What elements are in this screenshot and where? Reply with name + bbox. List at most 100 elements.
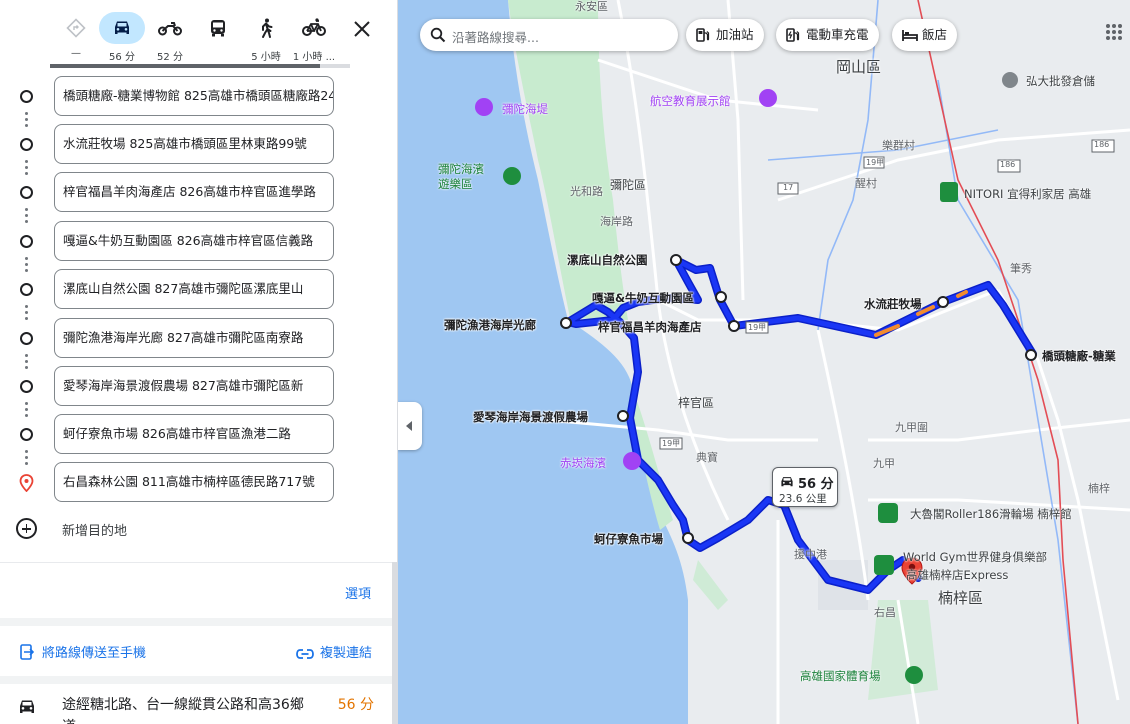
stop-row: 蚵仔寮魚市場 826高雄市梓官區漁港二路: [0, 414, 397, 454]
road-shield: 186: [1000, 160, 1016, 169]
district-label: 岡山區: [836, 58, 882, 76]
waypoint-circle-icon: [20, 186, 33, 199]
link-icon: [296, 649, 314, 659]
collapse-panel-button[interactable]: [398, 402, 422, 450]
district-label: 彌陀區: [610, 178, 647, 192]
route-search-input[interactable]: 沿著路線搜尋...: [420, 19, 678, 51]
motorcycle-icon: [147, 12, 193, 44]
route-description: 途經糖北路、台一線縱貫公路和高36鄉道: [62, 697, 304, 724]
stop-input[interactable]: 蚵仔寮魚市場 826高雄市梓官區漁港二路: [54, 414, 334, 454]
place-label: 海岸路: [600, 215, 633, 228]
poi-label: World Gym世界健身俱樂部: [903, 550, 1048, 564]
waypoint-circle-icon: [20, 90, 33, 103]
district-label: 梓官區: [678, 396, 715, 410]
stop-row: 水流莊牧場 825高雄市橋頭區里林東路99號: [0, 124, 397, 164]
place-label: 右昌: [874, 606, 896, 619]
mode-walking[interactable]: 5 小時: [242, 10, 290, 64]
close-directions-button[interactable]: [350, 17, 374, 41]
apps-grid-button[interactable]: [1104, 22, 1128, 46]
poi-label: 彌陀海濱 遊樂區: [438, 162, 484, 191]
close-icon: [354, 21, 370, 37]
mode-two-wheeler[interactable]: 52 分: [146, 10, 194, 64]
destination-pin-icon: [19, 474, 34, 493]
divider: [0, 676, 397, 684]
route-summary[interactable]: 途經糖北路、台一線縱貫公路和高36鄉道 56 分: [0, 688, 397, 724]
mode-transit[interactable]: [194, 10, 242, 64]
map-stop-label[interactable]: 愛琴海岸海景渡假農場: [473, 409, 588, 425]
road-shield: 19甲: [748, 323, 767, 332]
share-row: 將路線傳送至手機 複製連結: [0, 636, 397, 668]
walking-icon: [243, 12, 289, 44]
stop-row: 梓官福昌羊肉海產店 826高雄市梓官區進學路: [0, 172, 397, 212]
gas-station-icon: [696, 28, 710, 42]
stop-input[interactable]: 橋頭糖廠-糖業博物館 825高雄市橋頭區糖廠路24號: [54, 76, 334, 116]
divider: [0, 562, 397, 570]
directions-panel: — 56 分 52 分 5 小時 1 小時 ... 橋頭糖廠-糖業博物館 825…: [0, 0, 398, 724]
poi-label: 大魯閣Roller186滑輪場 楠梓館: [910, 507, 1072, 521]
place-label: 筆秀: [1010, 262, 1032, 275]
map-stop-label[interactable]: 彌陀漁港海岸光廊: [444, 317, 536, 333]
send-to-phone-link[interactable]: 將路線傳送至手機: [20, 642, 146, 661]
bicycle-icon: [291, 12, 337, 44]
place-label: 樂群村: [882, 139, 915, 152]
chip-ev-charging[interactable]: 電動車充電: [776, 19, 879, 51]
send-to-phone-icon: [20, 644, 35, 660]
stop-input[interactable]: 愛琴海岸海景渡假農場 827高雄市彌陀區新: [54, 366, 334, 406]
map-stop-label[interactable]: 漯底山自然公園: [567, 252, 648, 268]
divider: [0, 618, 397, 626]
poi-label: 彌陀海堤: [502, 102, 548, 116]
stop-row: 橋頭糖廠-糖業博物館 825高雄市橋頭區糖廠路24號: [0, 76, 397, 116]
route-duration: 56 分: [337, 697, 374, 713]
place-label: 楠梓: [1088, 482, 1110, 495]
road-shield: 17: [783, 183, 794, 192]
map-stop-label[interactable]: 蚵仔寮魚市場: [594, 531, 663, 547]
place-label: 九甲圍: [895, 421, 928, 434]
poi-label: 高雄楠梓店Express: [906, 568, 1009, 582]
poi-label: 弘大批發倉儲: [1026, 74, 1095, 88]
stop-row: 彌陀漁港海岸光廊 827高雄市彌陀區南寮路: [0, 318, 397, 358]
map-stop-label[interactable]: 橋頭糖廠-糖業: [1042, 348, 1116, 364]
diamond-route-icon: [53, 12, 99, 44]
bus-icon: [195, 12, 241, 44]
mode-driving[interactable]: 56 分: [98, 10, 146, 64]
apps-grid-icon: [1106, 24, 1122, 40]
stop-row: 右昌森林公園 811高雄市楠梓區德民路717號: [0, 462, 397, 502]
mode-scroll-indicator: [50, 64, 350, 68]
copy-link-button[interactable]: 複製連結: [296, 642, 372, 661]
map-stop-label[interactable]: 嘎逼&牛奶互動園區: [592, 290, 694, 306]
poi-label: 赤崁海濱: [560, 456, 606, 470]
road-shield: 19甲: [866, 158, 885, 167]
search-icon: [430, 27, 446, 43]
car-icon: [16, 696, 38, 722]
stop-input[interactable]: 水流莊牧場 825高雄市橋頭區里林東路99號: [54, 124, 334, 164]
map-stop-label[interactable]: 水流莊牧場: [864, 296, 922, 312]
chip-gas-station[interactable]: 加油站: [686, 19, 764, 51]
route-duration-callout[interactable]: 56 分 23.6 公里: [772, 467, 838, 507]
travel-mode-bar: — 56 分 52 分 5 小時 1 小時 ...: [52, 10, 352, 66]
stop-row: 漯底山自然公園 827高雄市彌陀區漯底里山: [0, 269, 397, 309]
stop-input[interactable]: 漯底山自然公園 827高雄市彌陀區漯底里山: [54, 269, 334, 309]
poi-label: 航空教育展示館: [650, 94, 731, 108]
ev-charging-icon: [786, 28, 800, 42]
waypoint-circle-icon: [20, 235, 33, 248]
stop-input[interactable]: 梓官福昌羊肉海產店 826高雄市梓官區進學路: [54, 172, 334, 212]
add-destination-button[interactable]: 新增目的地: [14, 516, 314, 542]
stop-input[interactable]: 彌陀漁港海岸光廊 827高雄市彌陀區南寮路: [54, 318, 334, 358]
poi-label: 高雄國家體育場: [800, 669, 881, 683]
poi-label: NITORI 宜得利家居 高雄: [964, 187, 1092, 201]
place-label: 典寶: [696, 451, 718, 464]
map-canvas[interactable]: 186 186 19甲 17 19甲 19甲 岡山區 彌陀區 梓官區 楠梓區 永…: [398, 0, 1130, 724]
road-shield: 19甲: [662, 439, 681, 448]
stop-input[interactable]: 嘎逼&牛奶互動園區 826高雄市梓官區信義路: [54, 221, 334, 261]
place-label: 醒村: [855, 177, 877, 190]
district-label: 楠梓區: [938, 589, 984, 607]
chip-hotels[interactable]: 飯店: [892, 19, 958, 51]
map-stop-label[interactable]: 梓官福昌羊肉海產店: [598, 319, 702, 335]
mode-best[interactable]: —: [52, 10, 100, 64]
stop-row: 愛琴海岸海景渡假農場 827高雄市彌陀區新: [0, 366, 397, 406]
car-icon: [99, 12, 145, 44]
mode-cycling[interactable]: 1 小時 ...: [290, 10, 338, 64]
waypoint-circle-icon: [20, 428, 33, 441]
destination-input[interactable]: 右昌森林公園 811高雄市楠梓區德民路717號: [54, 462, 334, 502]
options-link[interactable]: 選項: [345, 583, 371, 602]
